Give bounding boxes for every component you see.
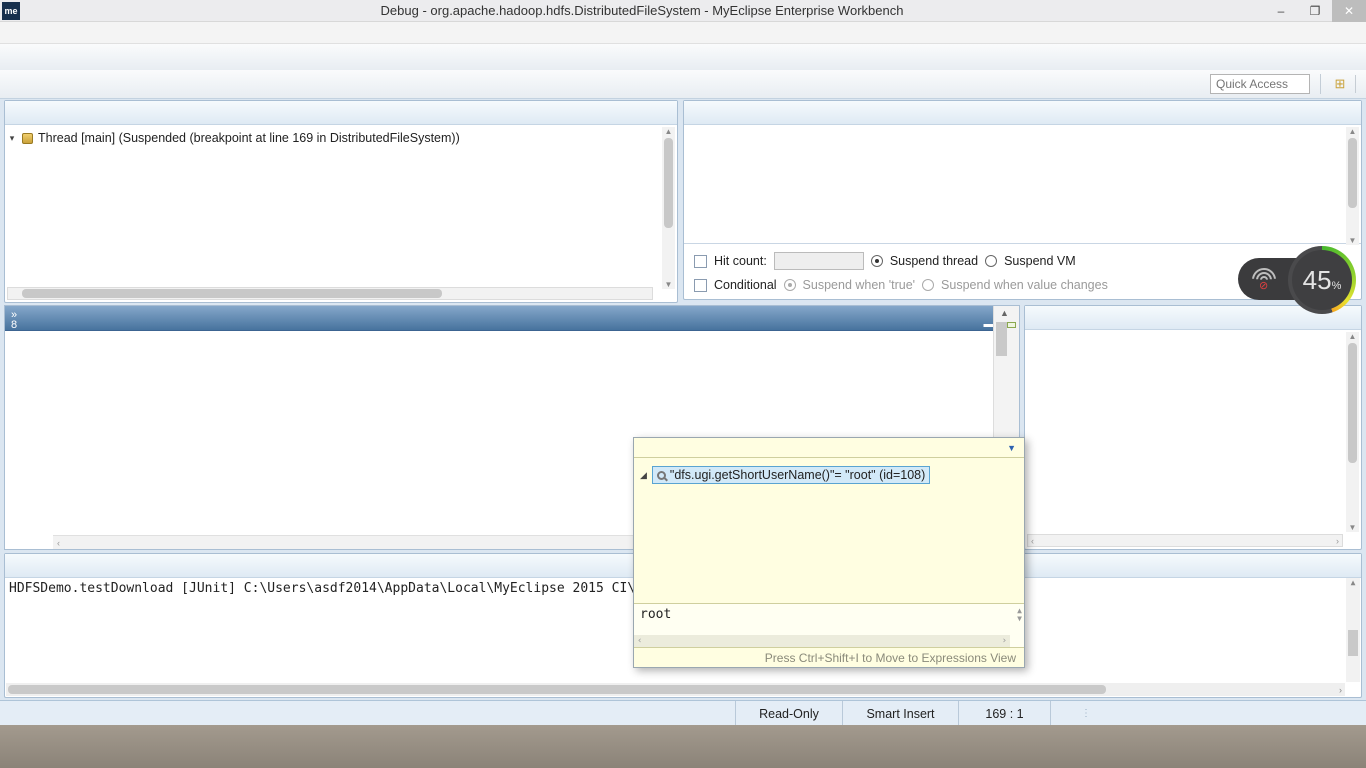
suspend-change-label: Suspend when value changes (941, 278, 1108, 292)
restore-window-button[interactable]: ❐ (1298, 0, 1332, 22)
tab-overflow-button[interactable]: »8 (11, 310, 17, 330)
debug-view-tabbar (5, 101, 677, 125)
conditional-checkbox[interactable] (694, 279, 707, 292)
popup-hint: Press Ctrl+Shift+I to Move to Expression… (765, 651, 1016, 665)
console-vscrollbar[interactable]: ▲ (1346, 578, 1360, 682)
editor-tabbar: »8 ▬ ▢ (5, 306, 1019, 331)
expand-arrow-icon[interactable]: ◢ (640, 470, 647, 481)
close-window-button[interactable]: ✕ (1332, 0, 1366, 22)
suspend-thread-label: Suspend thread (890, 254, 978, 268)
main-toolbar (0, 44, 1366, 70)
status-bar: Read-Only Smart Insert 169 : 1 ⋮ (0, 700, 1366, 725)
overview-annotation-marker (1007, 322, 1016, 328)
windows-taskbar (0, 725, 1366, 768)
secondary-toolbar: ⊞ (0, 70, 1366, 99)
wifi-disconnected-icon: ⊘ (1252, 268, 1278, 290)
popup-value-hscroll[interactable]: ‹› (634, 635, 1010, 647)
popup-menu-icon[interactable]: ▼ (1007, 443, 1016, 453)
expression-label: "dfs.ugi.getShortUserName()"= "root" (id… (670, 468, 925, 482)
debug-stack-tree: ▾ Thread [main] (Suspended (breakpoint a… (5, 125, 677, 277)
suspend-true-label: Suspend when 'true' (803, 278, 916, 292)
window-title: Debug - org.apache.hadoop.hdfs.Distribut… (20, 3, 1264, 18)
debug-hscrollbar[interactable] (7, 287, 653, 300)
popup-value-pane[interactable]: root ▲▼ ‹› (634, 603, 1024, 647)
suspend-vm-radio[interactable] (985, 255, 997, 267)
title-bar: me Debug - org.apache.hadoop.hdfs.Distri… (0, 0, 1366, 22)
suspend-vm-label: Suspend VM (1004, 254, 1076, 268)
outline-list (1025, 330, 1361, 530)
popup-expression-tree: ◢ "dfs.ugi.getShortUserName()"= "root" (… (634, 458, 1024, 603)
hit-count-checkbox[interactable] (694, 255, 707, 268)
expression-node[interactable]: ◢ "dfs.ugi.getShortUserName()"= "root" (… (640, 466, 1018, 484)
writable-status: Read-Only (735, 701, 843, 726)
suspended-thread-icon (22, 133, 33, 144)
suspend-change-radio[interactable] (922, 279, 934, 291)
thread-node[interactable]: ▾ Thread [main] (Suspended (breakpoint a… (7, 128, 677, 148)
suspend-true-radio[interactable] (784, 279, 796, 291)
statusbar-handle: ⋮ (1081, 708, 1092, 719)
hit-count-input[interactable] (774, 252, 864, 270)
popup-header: ▼ (634, 438, 1024, 458)
perspective-bar: ⊞ (1320, 74, 1360, 94)
insert-mode-status: Smart Insert (843, 701, 959, 726)
inspect-popup: ▼ ◢ "dfs.ugi.getShortUserName()"= "root"… (633, 437, 1025, 668)
thread-label: Thread [main] (Suspended (breakpoint at … (38, 131, 460, 145)
inspect-icon (657, 471, 666, 480)
outline-vscrollbar[interactable]: ▲▼ (1346, 332, 1359, 532)
expand-arrow-icon[interactable]: ▾ (7, 133, 17, 144)
cursor-position-status: 169 : 1 (959, 701, 1051, 726)
gauge-percent: 45 (1303, 265, 1332, 295)
app-logo-icon: me (2, 2, 20, 20)
expression-value: root (640, 607, 671, 622)
suspend-thread-radio[interactable] (871, 255, 883, 267)
breakpoints-view-tabbar (684, 101, 1361, 125)
hit-count-label: Hit count: (714, 254, 767, 268)
open-perspective-button[interactable]: ⊞ (1330, 74, 1350, 94)
console-hscrollbar[interactable]: › (6, 683, 1345, 696)
debug-vscrollbar[interactable]: ▲▼ (662, 127, 675, 289)
breakpoints-list (684, 125, 1361, 243)
debug-view: ▾ Thread [main] (Suspended (breakpoint a… (4, 100, 678, 303)
gauge-percent-sign: % (1332, 280, 1342, 292)
outline-view: ‹› ▲▼ (1024, 305, 1362, 550)
breakpoints-vscrollbar[interactable]: ▲▼ (1346, 127, 1359, 245)
popup-value-vscroll[interactable]: ▲▼ (1017, 607, 1022, 623)
menu-bar (0, 22, 1366, 44)
conditional-label: Conditional (714, 278, 777, 292)
minimize-window-button[interactable]: – (1264, 0, 1298, 22)
desktop: me Debug - org.apache.hadoop.hdfs.Distri… (0, 0, 1366, 768)
quick-access-input[interactable] (1210, 74, 1310, 94)
outline-hscrollbar[interactable]: ‹› (1027, 534, 1343, 547)
percent-gauge-overlay[interactable]: 45% (1288, 246, 1356, 314)
